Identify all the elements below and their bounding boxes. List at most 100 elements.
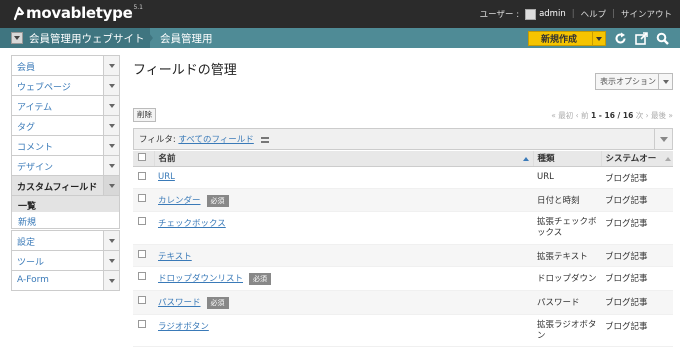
- sidebar-item-tags[interactable]: タグ: [11, 115, 120, 136]
- field-name-link[interactable]: カレンダー: [158, 196, 201, 206]
- column-header-name[interactable]: 名前: [154, 151, 534, 167]
- display-options-button[interactable]: 表示オプション: [595, 73, 673, 90]
- row-checkbox[interactable]: [138, 271, 146, 280]
- chevron-down-icon[interactable]: [103, 231, 119, 250]
- chevron-down-icon[interactable]: [103, 251, 119, 270]
- chevron-down-icon[interactable]: [103, 156, 119, 175]
- chevron-down-icon[interactable]: [103, 56, 119, 75]
- row-checkbox[interactable]: [138, 319, 146, 328]
- required-badge: 必須: [249, 272, 272, 285]
- sidebar-item-webpages[interactable]: ウェブページ: [11, 75, 120, 96]
- signout-link[interactable]: サインアウト: [621, 8, 672, 20]
- select-all-cell: [133, 151, 155, 167]
- sidebar-item-label[interactable]: タグ: [12, 116, 103, 135]
- pager-prev[interactable]: ‹ 前: [576, 111, 589, 120]
- display-options-label: 表示オプション: [600, 77, 656, 86]
- sidebar-item-label[interactable]: A-Form: [12, 271, 103, 290]
- type-cell: URL: [533, 166, 601, 189]
- chevron-down-icon[interactable]: [103, 96, 119, 115]
- system-object-cell: ブログ記事: [601, 166, 673, 189]
- sidebar-item-label[interactable]: ウェブページ: [12, 76, 103, 95]
- system-object-cell: ブログ記事: [601, 188, 673, 212]
- avatar[interactable]: [525, 8, 537, 20]
- sidebar-item-design[interactable]: デザイン: [11, 155, 120, 176]
- name-cell: チェックボックス: [154, 211, 533, 245]
- type-cell: 拡張ラジオボタン: [533, 314, 601, 347]
- breadcrumb-arrow-icon: [145, 28, 153, 48]
- list-icon[interactable]: [260, 136, 269, 143]
- column-header-label: システムオー: [605, 154, 657, 165]
- table-row: テキスト 拡張テキスト ブログ記事: [133, 244, 673, 267]
- new-create-button[interactable]: 新規作成: [528, 31, 606, 46]
- sidebar-item-label[interactable]: 設定: [12, 231, 103, 250]
- sort-icon: [665, 157, 671, 161]
- sidebar-item-tools[interactable]: ツール: [11, 250, 120, 271]
- name-cell: URL: [154, 166, 533, 189]
- field-name-link[interactable]: ラジオボタン: [158, 322, 209, 332]
- field-name-link[interactable]: チェックボックス: [158, 219, 226, 229]
- pager-first[interactable]: « 最初: [551, 111, 573, 120]
- chevron-down-icon[interactable]: [654, 129, 672, 149]
- field-name-link[interactable]: パスワード: [158, 298, 201, 308]
- field-name-link[interactable]: ドロップダウンリスト: [158, 274, 243, 284]
- select-all-checkbox[interactable]: [138, 152, 146, 161]
- sidebar-item-assets[interactable]: アイテム: [11, 95, 120, 116]
- table-row: カレンダー 必須 日付と時刻 ブログ記事: [133, 188, 673, 212]
- chevron-down-icon[interactable]: [103, 176, 119, 195]
- column-header-system-object[interactable]: システムオー: [601, 151, 673, 167]
- view-site-icon[interactable]: [635, 32, 648, 45]
- logo-text: movabletype: [26, 4, 133, 22]
- field-name-link[interactable]: URL: [158, 172, 175, 182]
- sidebar-item-label[interactable]: カスタムフィールド: [12, 176, 103, 195]
- row-checkbox[interactable]: [138, 216, 146, 225]
- chevron-down-icon[interactable]: [11, 32, 23, 44]
- row-checkbox[interactable]: [138, 171, 146, 180]
- movabletype-logo-icon: [13, 6, 25, 21]
- sidebar-item-custom-fields[interactable]: カスタムフィールド: [11, 175, 120, 196]
- sidebar-subitem-new[interactable]: 新規: [11, 212, 120, 229]
- sidebar-item-members[interactable]: 会員: [11, 55, 120, 76]
- blog-name[interactable]: 会員管理用: [160, 31, 213, 46]
- search-icon[interactable]: [656, 32, 669, 45]
- help-link[interactable]: ヘルプ: [581, 8, 607, 20]
- sidebar-item-label[interactable]: 会員: [12, 56, 103, 75]
- new-create-label: 新規作成: [541, 35, 578, 45]
- table-row: URL URL ブログ記事: [133, 166, 673, 189]
- chevron-down-icon[interactable]: [103, 136, 119, 155]
- sidebar-item-label[interactable]: ツール: [12, 251, 103, 270]
- name-cell: パスワード 必須: [154, 290, 533, 315]
- sort-ascending-icon: [522, 157, 529, 161]
- column-header-type[interactable]: 種類: [533, 151, 602, 167]
- site-selector[interactable]: 会員管理用ウェブサイト: [0, 28, 150, 48]
- system-object-cell: ブログ記事: [601, 211, 673, 245]
- filter-text: フィルタ: すべてのフィールド: [134, 133, 654, 145]
- pager-last[interactable]: 最後 »: [651, 111, 673, 120]
- field-name-link[interactable]: テキスト: [158, 252, 192, 262]
- chevron-down-icon[interactable]: [103, 271, 119, 290]
- site-name[interactable]: 会員管理用ウェブサイト: [29, 31, 145, 46]
- filter-value-link[interactable]: すべてのフィールド: [178, 135, 253, 145]
- pager-next[interactable]: 次 ›: [636, 111, 649, 120]
- sidebar-item-label[interactable]: コメント: [12, 136, 103, 155]
- system-object-cell: ブログ記事: [601, 290, 673, 315]
- name-cell: テキスト: [154, 244, 533, 267]
- sidebar-item-label[interactable]: アイテム: [12, 96, 103, 115]
- refresh-icon[interactable]: [614, 32, 627, 45]
- divider: |: [612, 9, 615, 19]
- sidebar-item-label[interactable]: デザイン: [12, 156, 103, 175]
- row-checkbox[interactable]: [138, 295, 146, 304]
- chevron-down-icon[interactable]: [103, 116, 119, 135]
- sidebar-subitem-list[interactable]: 一覧: [11, 196, 120, 212]
- sidebar-item-comments[interactable]: コメント: [11, 135, 120, 156]
- chevron-down-icon[interactable]: [658, 74, 672, 89]
- row-checkbox[interactable]: [138, 249, 146, 258]
- row-checkbox[interactable]: [138, 193, 146, 202]
- username-link[interactable]: admin: [539, 9, 566, 19]
- chevron-down-icon[interactable]: [103, 76, 119, 95]
- delete-button[interactable]: 削除: [133, 108, 156, 122]
- row-checkbox-cell: [133, 188, 154, 212]
- logo[interactable]: movabletype 5.1: [12, 4, 143, 22]
- chevron-down-icon[interactable]: [592, 32, 605, 45]
- sidebar-item-aform[interactable]: A-Form: [11, 270, 120, 291]
- sidebar-item-settings[interactable]: 設定: [11, 230, 120, 251]
